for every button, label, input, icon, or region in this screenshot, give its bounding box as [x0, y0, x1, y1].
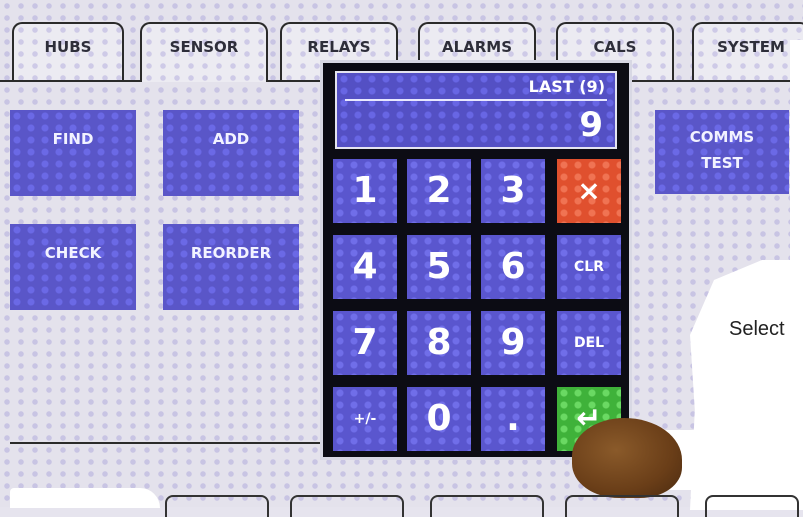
key-1[interactable]: 1 — [333, 159, 397, 223]
decimal-point-button[interactable]: . — [481, 387, 545, 451]
last-value-label: LAST (9) — [528, 77, 605, 96]
bottom-tab-edge — [165, 495, 269, 517]
bottom-tab-edge — [565, 495, 679, 517]
keypad-display: LAST (9) 9 — [335, 71, 617, 149]
key-5[interactable]: 5 — [407, 235, 471, 299]
tab-label: ALARMS — [441, 38, 513, 56]
tab-system[interactable]: SYSTEM — [692, 22, 803, 82]
key-4[interactable]: 4 — [333, 235, 397, 299]
tab-label: RELAYS — [307, 38, 371, 56]
delete-button[interactable]: DEL — [557, 311, 621, 375]
numeric-keypad: LAST (9) 9 1 2 3 × 4 5 6 CLR 7 8 9 DEL +… — [320, 60, 632, 460]
comms-test-button[interactable]: COMMS TEST — [655, 110, 789, 194]
key-9[interactable]: 9 — [481, 311, 545, 375]
tab-label: SENSOR — [169, 38, 239, 56]
bottom-tab-edge — [430, 495, 544, 517]
display-divider — [345, 99, 607, 101]
bottom-tab-edge — [705, 495, 799, 517]
paper-overlay — [10, 488, 160, 508]
add-button[interactable]: ADD — [163, 110, 299, 196]
find-button[interactable]: FIND — [10, 110, 136, 196]
key-0[interactable]: 0 — [407, 387, 471, 451]
comms-test-label-line2: TEST — [701, 154, 743, 172]
separator-line — [10, 442, 330, 444]
tab-label: CALS — [593, 38, 637, 56]
tab-label: HUBS — [44, 38, 92, 56]
key-8[interactable]: 8 — [407, 311, 471, 375]
key-7[interactable]: 7 — [333, 311, 397, 375]
comms-test-label-line1: COMMS — [689, 128, 755, 146]
key-3[interactable]: 3 — [481, 159, 545, 223]
clear-button[interactable]: CLR — [557, 235, 621, 299]
tab-hubs[interactable]: HUBS — [12, 22, 124, 82]
finger — [572, 418, 682, 498]
caption-text: Select — [729, 318, 785, 340]
paper-overlay — [790, 40, 803, 260]
check-button[interactable]: CHECK — [10, 224, 136, 310]
entry-value: 9 — [579, 105, 603, 145]
cancel-button[interactable]: × — [557, 159, 621, 223]
reorder-button[interactable]: REORDER — [163, 224, 299, 310]
key-2[interactable]: 2 — [407, 159, 471, 223]
tab-sensor[interactable]: SENSOR — [140, 22, 268, 82]
tab-label: SYSTEM — [717, 38, 785, 56]
plus-minus-button[interactable]: +/- — [333, 387, 397, 451]
bottom-tab-edge — [290, 495, 404, 517]
key-6[interactable]: 6 — [481, 235, 545, 299]
